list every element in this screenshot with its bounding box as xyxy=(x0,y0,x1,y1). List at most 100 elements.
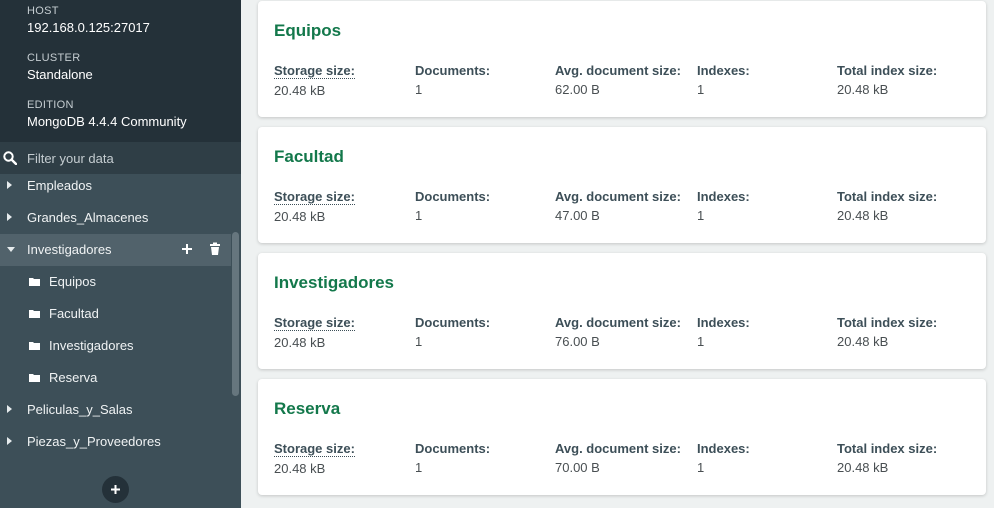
collection-card-title[interactable]: Reserva xyxy=(274,399,340,419)
stat-label-avg: Avg. document size: xyxy=(555,315,681,330)
stat-documents: Documents: 1 xyxy=(415,315,490,349)
folder-icon xyxy=(29,278,40,286)
stat-label-storage: Storage size: xyxy=(274,315,355,331)
caret-right-icon[interactable] xyxy=(7,213,12,221)
stat-indexes: Indexes: 1 xyxy=(697,315,750,349)
stat-label-storage: Storage size: xyxy=(274,63,355,79)
db-label: Peliculas_y_Salas xyxy=(27,402,133,417)
db-label: Grandes_Almacenes xyxy=(27,210,149,225)
plus-icon[interactable] xyxy=(180,242,194,256)
sidebar-collection-reserva[interactable]: Reserva xyxy=(0,362,231,394)
stat-label-total-index: Total index size: xyxy=(837,441,938,456)
folder-icon xyxy=(29,310,40,318)
stat-value-storage: 20.48 kB xyxy=(274,83,326,98)
collection-card-title[interactable]: Facultad xyxy=(274,147,344,167)
stat-storage: Storage size: 20.48 kB xyxy=(274,441,355,476)
stat-label-total-index: Total index size: xyxy=(837,315,938,330)
stat-storage: Storage size: 20.48 kB xyxy=(274,63,355,98)
sidebar-collection-equipos[interactable]: Equipos xyxy=(0,266,231,298)
stat-value-storage: 20.48 kB xyxy=(274,209,326,224)
sidebar-db-empleados[interactable]: Empleados xyxy=(0,170,231,202)
caret-right-icon[interactable] xyxy=(7,405,12,413)
stat-value-total-index: 20.48 kB xyxy=(837,208,889,223)
sidebar-scrollbar[interactable] xyxy=(232,232,239,396)
stat-value-documents: 1 xyxy=(415,82,423,97)
sidebar-db-piezas-y-proveedores[interactable]: Piezas_y_Proveedores xyxy=(0,426,231,458)
stat-total-index: Total index size: 20.48 kB xyxy=(837,315,937,349)
sidebar-collection-investigadores[interactable]: Investigadores xyxy=(0,330,231,362)
sidebar-db-grandes-almacenes[interactable]: Grandes_Almacenes xyxy=(0,202,231,234)
collection-label: Equipos xyxy=(49,274,96,289)
stat-documents: Documents: 1 xyxy=(415,63,490,97)
stat-indexes: Indexes: 1 xyxy=(697,189,750,223)
stat-value-avg: 70.00 B xyxy=(555,460,600,475)
db-label: Empleados xyxy=(27,178,93,193)
sidebar-collection-facultad[interactable]: Facultad xyxy=(0,298,231,330)
filter-placeholder: Filter your data xyxy=(27,151,114,166)
stat-label-total-index: Total index size: xyxy=(837,63,938,78)
sidebar: HOST 192.168.0.125:27017 CLUSTER Standal… xyxy=(0,0,241,508)
stat-total-index: Total index size: 20.48 kB xyxy=(837,441,937,475)
search-icon xyxy=(3,151,17,165)
stat-label-avg: Avg. document size: xyxy=(555,441,681,456)
collection-card-investigadores[interactable]: Investigadores Storage size: 20.48 kB Do… xyxy=(258,253,986,369)
collection-label: Reserva xyxy=(49,370,98,385)
stat-value-documents: 1 xyxy=(415,334,423,349)
folder-icon xyxy=(29,342,40,350)
trash-icon[interactable] xyxy=(208,242,222,256)
stat-value-avg: 62.00 B xyxy=(555,82,600,97)
stat-value-total-index: 20.48 kB xyxy=(837,460,889,475)
collection-card-facultad[interactable]: Facultad Storage size: 20.48 kB Document… xyxy=(258,127,986,243)
stat-total-index: Total index size: 20.48 kB xyxy=(837,63,937,97)
stat-value-indexes: 1 xyxy=(697,208,705,223)
stat-value-documents: 1 xyxy=(415,208,423,223)
caret-right-icon[interactable] xyxy=(7,181,12,189)
stat-value-storage: 20.48 kB xyxy=(274,461,326,476)
stat-value-storage: 20.48 kB xyxy=(274,335,326,350)
caret-down-icon[interactable] xyxy=(7,247,15,252)
collection-card-title[interactable]: Equipos xyxy=(274,21,341,41)
edition-block: EDITION MongoDB 4.4.4 Community xyxy=(27,99,187,129)
stat-value-indexes: 1 xyxy=(697,460,705,475)
stat-indexes: Indexes: 1 xyxy=(697,63,750,97)
stat-label-avg: Avg. document size: xyxy=(555,189,681,204)
db-label: Investigadores xyxy=(27,242,112,257)
host-block: HOST 192.168.0.125:27017 xyxy=(27,5,150,35)
caret-right-icon[interactable] xyxy=(7,437,12,445)
edition-value: MongoDB 4.4.4 Community xyxy=(27,114,187,129)
stat-documents: Documents: 1 xyxy=(415,189,490,223)
stat-total-index: Total index size: 20.48 kB xyxy=(837,189,937,223)
stat-label-indexes: Indexes: xyxy=(697,189,750,204)
cluster-value: Standalone xyxy=(27,67,93,82)
stat-value-indexes: 1 xyxy=(697,82,705,97)
stat-label-documents: Documents: xyxy=(415,315,491,330)
stat-label-storage: Storage size: xyxy=(274,441,355,457)
stat-value-avg: 47.00 B xyxy=(555,208,600,223)
stat-label-indexes: Indexes: xyxy=(697,315,750,330)
stat-label-avg: Avg. document size: xyxy=(555,63,681,78)
sidebar-db-investigadores[interactable]: Investigadores xyxy=(0,234,231,266)
stat-label-total-index: Total index size: xyxy=(837,189,938,204)
db-label: Piezas_y_Proveedores xyxy=(27,434,161,449)
stat-value-indexes: 1 xyxy=(697,334,705,349)
stat-avg: Avg. document size: 76.00 B xyxy=(555,315,681,349)
collection-card-equipos[interactable]: Equipos Storage size: 20.48 kB Documents… xyxy=(258,1,986,117)
host-value: 192.168.0.125:27017 xyxy=(27,20,150,35)
add-database-button[interactable] xyxy=(102,476,129,503)
collection-label: Facultad xyxy=(49,306,99,321)
stat-value-total-index: 20.48 kB xyxy=(837,82,889,97)
stat-label-indexes: Indexes: xyxy=(697,63,750,78)
stat-storage: Storage size: 20.48 kB xyxy=(274,315,355,350)
sidebar-db-peliculas-y-salas[interactable]: Peliculas_y_Salas xyxy=(0,394,231,426)
cluster-label: CLUSTER xyxy=(27,52,81,64)
stat-label-indexes: Indexes: xyxy=(697,441,750,456)
stat-value-total-index: 20.48 kB xyxy=(837,334,889,349)
stat-avg: Avg. document size: 70.00 B xyxy=(555,441,681,475)
stat-label-documents: Documents: xyxy=(415,441,491,456)
stat-label-documents: Documents: xyxy=(415,63,491,78)
plus-icon xyxy=(111,485,120,494)
collection-card-title[interactable]: Investigadores xyxy=(274,273,394,293)
stat-label-documents: Documents: xyxy=(415,189,491,204)
collection-card-reserva[interactable]: Reserva Storage size: 20.48 kB Documents… xyxy=(258,379,986,495)
stat-documents: Documents: 1 xyxy=(415,441,490,475)
